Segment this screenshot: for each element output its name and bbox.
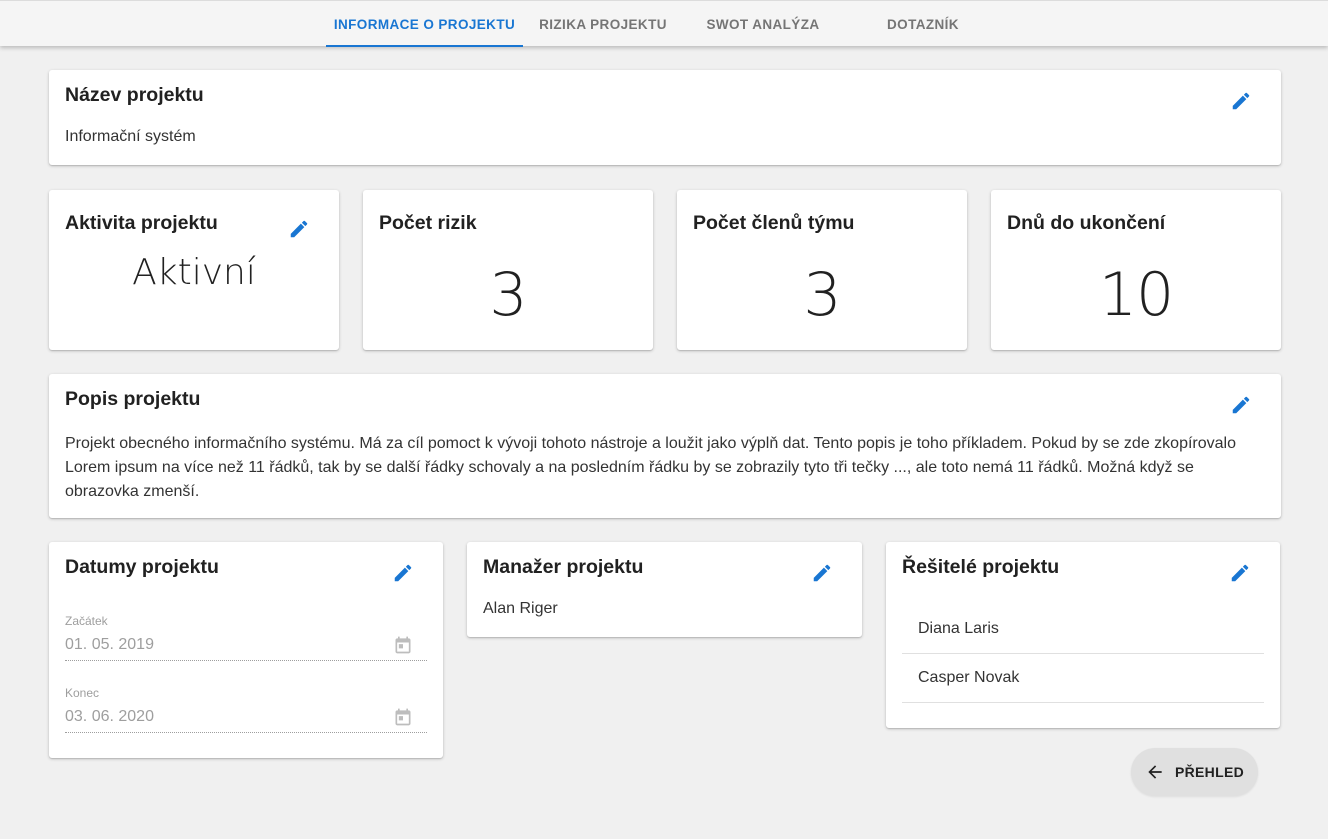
arrow-left-icon xyxy=(1148,765,1162,779)
project-description-text: Projekt obecného informačního systému. M… xyxy=(65,435,1236,500)
end-date-underline xyxy=(65,732,427,733)
calendar-icon[interactable] xyxy=(393,707,413,727)
pencil-icon xyxy=(1232,396,1250,414)
card-title: Název projektu xyxy=(65,84,204,106)
start-date-label: Začátek xyxy=(65,614,108,628)
edit-dates-button[interactable] xyxy=(391,561,415,585)
project-dates-card: Datumy projektu Začátek 01. 05. 2019 Kon… xyxy=(49,542,443,758)
risk-count-value: 3 xyxy=(489,260,527,330)
risk-count-card: Počet rizik 3 xyxy=(363,190,653,350)
end-date-label: Konec xyxy=(65,686,100,700)
card-title: Dnů do ukončení xyxy=(1007,212,1166,234)
calendar-icon[interactable] xyxy=(393,635,413,655)
tab-label: DOTAZNÍK xyxy=(887,16,959,32)
pencil-icon xyxy=(1231,564,1249,582)
pencil-icon xyxy=(394,564,412,582)
card-title: Manažer projektu xyxy=(483,556,644,578)
solver-list-item: Casper Novak xyxy=(902,654,1264,703)
overview-button-label: PŘEHLED xyxy=(1175,764,1244,780)
card-title: Popis projektu xyxy=(65,388,201,410)
tab-project-info[interactable]: INFORMACE O PROJEKTU xyxy=(326,1,523,47)
pencil-icon xyxy=(1232,92,1250,110)
end-date-field[interactable]: 03. 06. 2020 xyxy=(65,708,154,726)
activity-status-value: Aktivní xyxy=(132,252,256,293)
project-solvers-card: Řešitelé projektu Diana Laris Casper Nov… xyxy=(886,542,1280,728)
project-name-value: Informační systém xyxy=(65,128,196,145)
edit-project-name-button[interactable] xyxy=(1229,89,1253,113)
pencil-icon xyxy=(290,220,308,238)
team-count-value: 3 xyxy=(803,260,841,330)
card-title: Datumy projektu xyxy=(65,556,219,578)
tab-swot-analysis[interactable]: SWOT ANALÝZA xyxy=(690,1,836,47)
card-title: Počet rizik xyxy=(379,212,477,234)
project-description-card: Popis projektu Projekt obecného informač… xyxy=(49,374,1281,518)
project-manager-card: Manažer projektu Alan Riger xyxy=(467,542,862,637)
start-date-field[interactable]: 01. 05. 2019 xyxy=(65,636,154,654)
start-date-underline xyxy=(65,660,427,661)
tab-questionnaire[interactable]: DOTAZNÍK xyxy=(850,1,996,47)
days-left-card: Dnů do ukončení 10 xyxy=(991,190,1281,350)
tab-label: RIZIKA PROJEKTU xyxy=(539,16,667,32)
card-title: Aktivita projektu xyxy=(65,212,218,234)
active-tab-indicator xyxy=(326,45,523,47)
solver-list-item: Diana Laris xyxy=(902,605,1264,654)
days-left-value: 10 xyxy=(1098,260,1174,330)
manager-name: Alan Riger xyxy=(483,600,558,617)
pencil-icon xyxy=(813,564,831,582)
team-count-card: Počet členů týmu 3 xyxy=(677,190,967,350)
activity-card: Aktivita projektu Aktivní xyxy=(49,190,339,350)
tab-bar: INFORMACE O PROJEKTU RIZIKA PROJEKTU SWO… xyxy=(0,0,1328,47)
edit-description-button[interactable] xyxy=(1229,393,1253,417)
overview-back-button[interactable]: PŘEHLED xyxy=(1131,748,1258,796)
tab-label: SWOT ANALÝZA xyxy=(706,16,820,32)
tab-project-risks[interactable]: RIZIKA PROJEKTU xyxy=(530,1,676,47)
edit-manager-button[interactable] xyxy=(810,561,834,585)
tab-label: INFORMACE O PROJEKTU xyxy=(333,16,516,32)
card-title: Řešitelé projektu xyxy=(902,556,1060,578)
edit-solvers-button[interactable] xyxy=(1228,561,1252,585)
card-title: Počet členů týmu xyxy=(693,212,855,234)
project-name-card: Název projektu Informační systém xyxy=(49,70,1281,165)
edit-activity-button[interactable] xyxy=(287,217,311,241)
